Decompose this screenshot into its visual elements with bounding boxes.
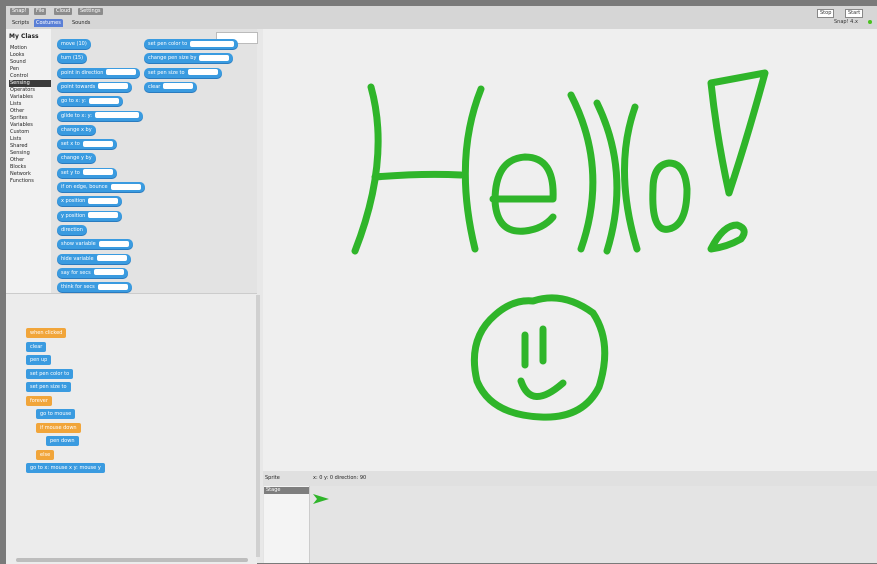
turtle-sprite-icon[interactable] (313, 492, 329, 506)
top-bar: Snap! File Cloud Settings Scripts Costum… (6, 6, 877, 29)
category-item[interactable]: Motion (9, 45, 51, 52)
script-block[interactable]: clear (26, 341, 47, 352)
palette-block[interactable]: set pen size to (144, 67, 222, 78)
menu-file[interactable]: File (34, 8, 47, 15)
palette-block[interactable]: think for secs (57, 282, 132, 293)
script-block[interactable]: pen up (26, 355, 52, 365)
palette-block[interactable]: glide to x: y: (57, 110, 143, 121)
palette-block[interactable]: set x to (57, 139, 117, 150)
block-palette: move (10) turn (15) point in direction poin… (51, 29, 258, 293)
sprite-name-label[interactable]: Sprite (265, 475, 280, 481)
scripts-area[interactable]: when clicked clear pen up set pen color to s… (6, 293, 257, 564)
category-item[interactable]: Functions (9, 178, 51, 185)
category-item[interactable]: Shared (9, 143, 51, 150)
category-item[interactable]: Sensing (9, 150, 51, 157)
palette-block[interactable]: turn (15) (57, 53, 88, 64)
tab-scripts-label[interactable]: Scripts (10, 19, 31, 27)
category-header: My Class (9, 33, 39, 40)
category-item[interactable]: Operators (9, 87, 51, 94)
palette-block[interactable]: clear (144, 81, 198, 92)
script-block[interactable]: pen down (46, 436, 79, 446)
category-item[interactable]: Network (9, 171, 51, 178)
category-panel: My Class Motion Looks Sound Pen Control Sensi… (6, 29, 52, 293)
menu-settings[interactable]: Settings (78, 8, 103, 15)
palette-block[interactable]: go to x: y: (57, 96, 123, 107)
script-block[interactable]: set pen color to (26, 368, 74, 379)
script-block[interactable]: go to x: mouse x y: mouse y (26, 463, 105, 473)
stage-thumbnail[interactable]: Stage (264, 486, 310, 563)
category-item[interactable]: Pen (9, 66, 51, 73)
sprite-info-bar: Sprite x: 0 y: 0 direction: 90 (263, 471, 877, 486)
menu-snap[interactable]: Snap! (10, 8, 29, 15)
start-button[interactable]: Start (845, 9, 864, 18)
palette-block[interactable]: set pen color to (144, 39, 239, 49)
category-item[interactable]: Lists (9, 101, 51, 108)
tab-sounds[interactable]: Sounds (70, 19, 92, 27)
sprite-corral: Stage (263, 486, 877, 563)
snap-editor: Snap! File Cloud Settings Scripts Costum… (6, 6, 877, 564)
stop-button[interactable]: Stop (817, 9, 835, 18)
palette-block[interactable]: set y to (57, 167, 117, 178)
palette-block[interactable]: point towards (57, 81, 133, 92)
category-list: Motion Looks Sound Pen Control Sensing Operato… (9, 45, 51, 185)
palette-block[interactable]: if on edge, bounce (57, 182, 145, 192)
category-item[interactable]: Sound (9, 59, 51, 66)
menu-cloud[interactable]: Cloud (54, 8, 73, 15)
category-item[interactable]: Control (9, 73, 51, 80)
category-item[interactable]: Custom (9, 129, 51, 136)
category-item[interactable]: Blocks (9, 164, 51, 171)
palette-block[interactable]: change x by (57, 124, 96, 135)
category-item[interactable]: Other (9, 108, 51, 115)
script-block[interactable]: if mouse down (36, 422, 81, 433)
stage-drawing (351, 69, 769, 421)
script-block[interactable]: when clicked (26, 328, 67, 338)
category-item[interactable]: Lists (9, 136, 51, 143)
palette-block[interactable]: direction (57, 224, 87, 235)
palette-block[interactable]: show variable (57, 239, 133, 250)
category-item[interactable]: Variables (9, 94, 51, 101)
category-item[interactable]: Sensing (9, 80, 51, 87)
status-dot (868, 20, 872, 24)
palette-block[interactable]: change y by (57, 153, 96, 164)
palette-block[interactable]: move (10) (57, 39, 91, 49)
palette-block[interactable]: hide variable (57, 253, 131, 264)
script-block[interactable]: go to mouse (36, 409, 76, 419)
category-item[interactable]: Other (9, 157, 51, 164)
palette-block[interactable]: y position (57, 210, 123, 221)
category-item[interactable]: Sprites (9, 115, 51, 122)
sprite-info-text: x: 0 y: 0 direction: 90 (313, 475, 367, 481)
status-text: Snap! 4.x (834, 19, 858, 25)
stage[interactable] (263, 29, 877, 471)
palette-block[interactable]: point in direction (57, 67, 141, 78)
vertical-scrollbar[interactable] (256, 295, 260, 557)
script-block[interactable]: set pen size to (26, 382, 71, 392)
stage-thumbnail-label: Stage (264, 487, 309, 494)
palette-block[interactable]: say for secs (57, 267, 128, 278)
script-block[interactable]: else (36, 449, 55, 460)
script-block[interactable]: forever (26, 395, 52, 406)
tab-costumes[interactable]: Costumes (34, 19, 63, 27)
hello-drawing (351, 69, 769, 421)
palette-block[interactable]: x position (57, 196, 123, 207)
category-item[interactable]: Variables (9, 122, 51, 129)
palette-block[interactable]: change pen size by (144, 53, 234, 64)
horizontal-scrollbar[interactable] (16, 558, 248, 562)
category-item[interactable]: Looks (9, 52, 51, 59)
